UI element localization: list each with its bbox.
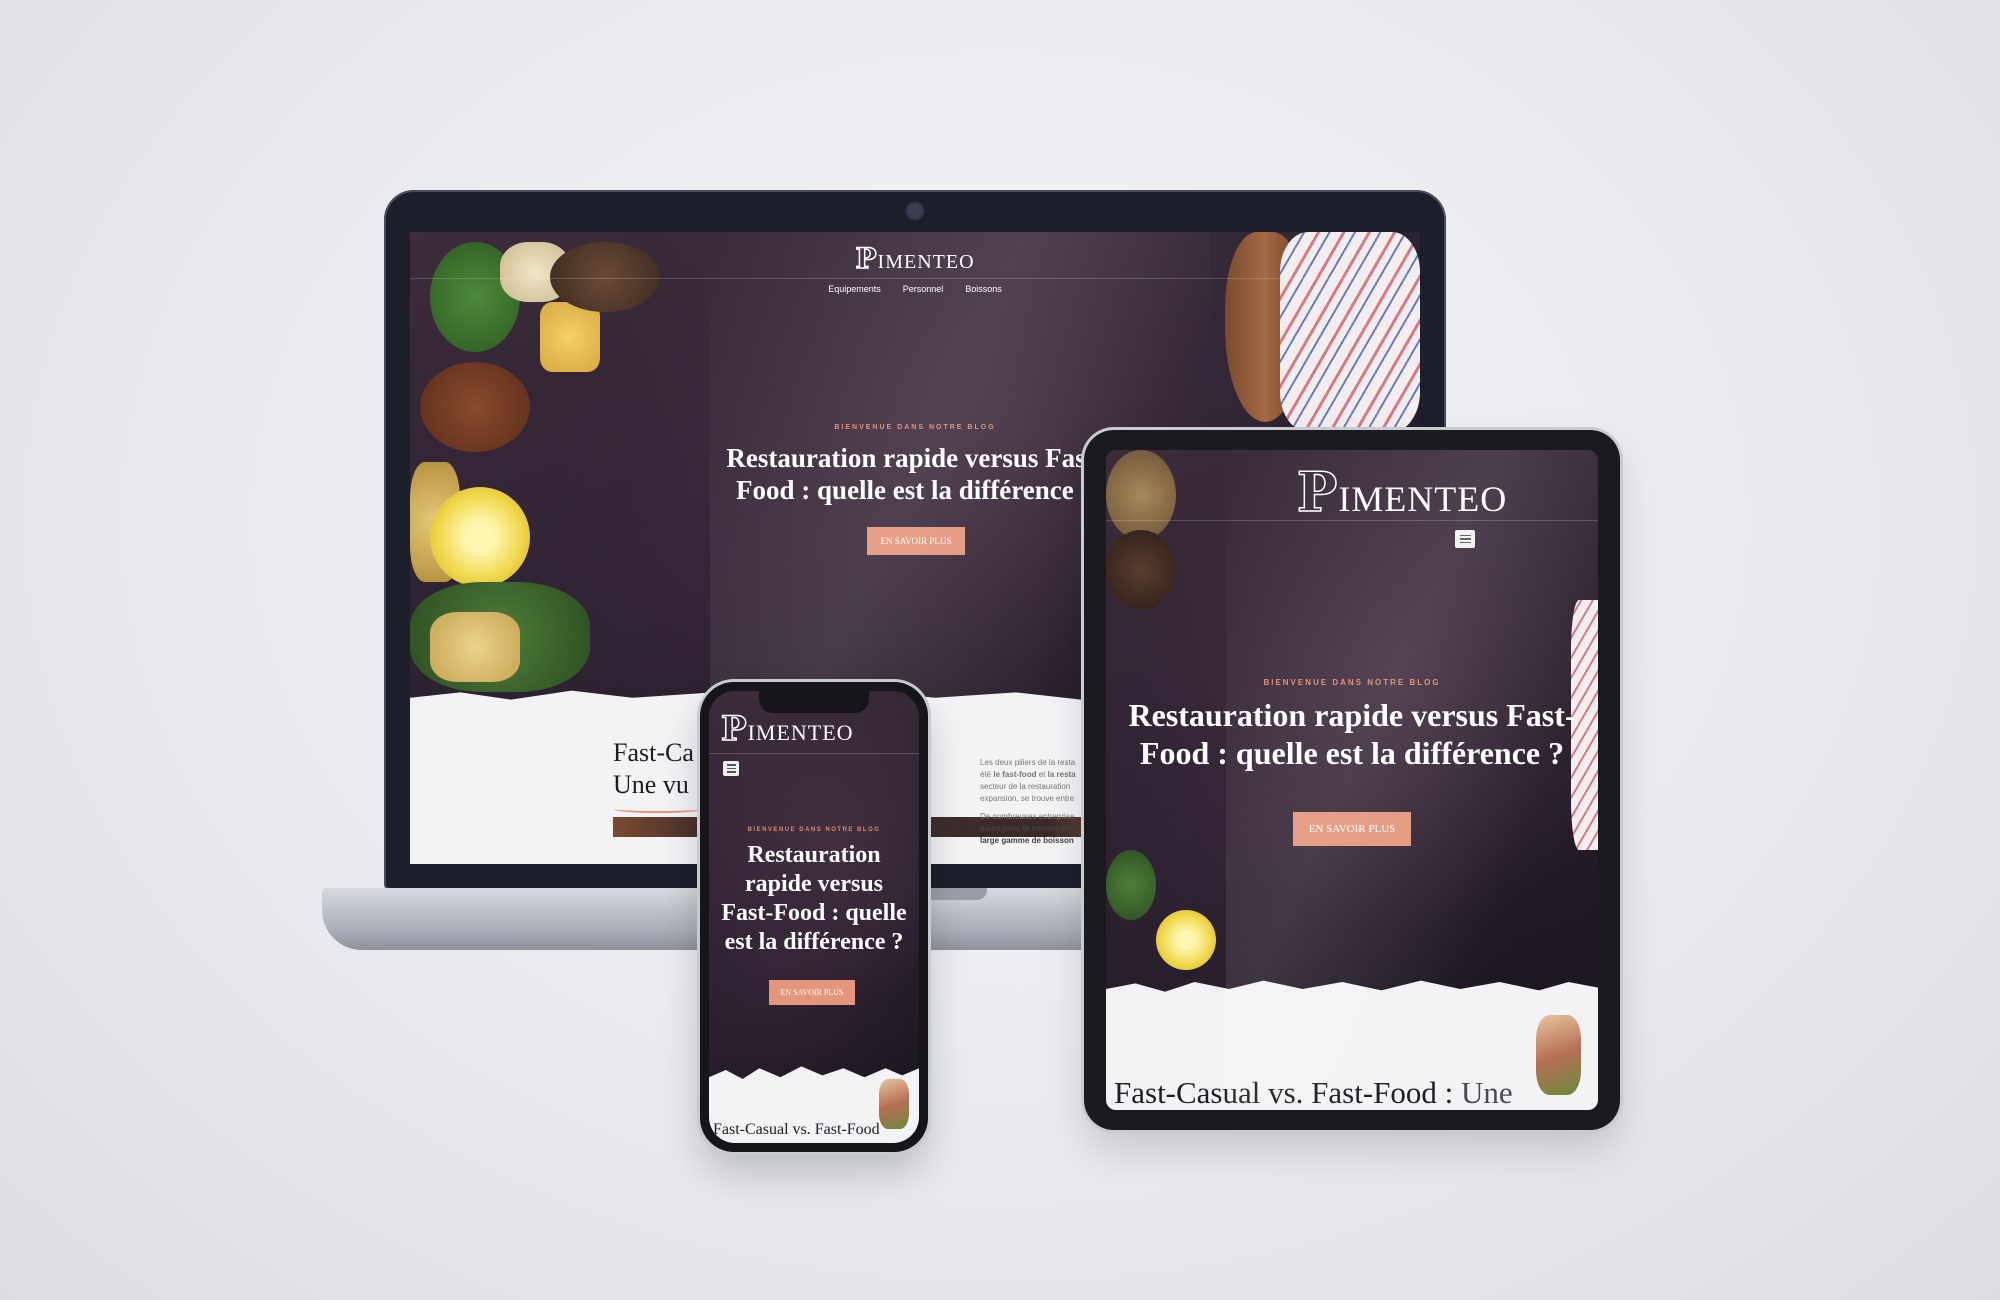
hero-section: P IMENTEO BIENVENUE DANS NOTRE BLOG Resta… (709, 691, 919, 1076)
phone-device: P IMENTEO BIENVENUE DANS NOTRE BLOG Resta… (700, 682, 928, 1152)
header-divider (709, 753, 919, 754)
article-title: Fast-Casual vs. Fast-Food : Une (1114, 1075, 1513, 1110)
bowl-image (420, 362, 530, 452)
nav-item-equipements[interactable]: Equipements (828, 284, 881, 294)
title-underline-decoration (613, 805, 703, 813)
phone-notch (759, 691, 869, 713)
nav-item-personnel[interactable]: Personnel (903, 284, 944, 294)
article-title: Fast-Ca Une vu (613, 738, 694, 799)
hero-section: P IMENTEO BIENVENUE DANS NOTRE BLOG Resta… (1106, 450, 1598, 990)
en-savoir-plus-button[interactable]: EN SAVOIR PLUS (1293, 812, 1411, 846)
tablet-device: P IMENTEO BIENVENUE DANS NOTRE BLOG Resta… (1084, 430, 1620, 1130)
article-section: Fast-Casual vs. Fast-Food : Une (1106, 980, 1598, 1110)
hero-headline: Restauration rapide versus Fast-Food : q… (721, 842, 907, 955)
tablet-screen: P IMENTEO BIENVENUE DANS NOTRE BLOG Resta… (1106, 450, 1598, 1110)
herbs-image (1106, 850, 1156, 920)
header-divider (410, 278, 1420, 279)
article-title: Fast-Casual vs. Fast-Food (713, 1121, 880, 1138)
camera-icon (907, 203, 923, 219)
article-excerpt: Les deux piliers de la resta été le fast… (980, 758, 1077, 845)
site-logo[interactable]: P IMENTEO (410, 241, 1420, 276)
en-savoir-plus-button[interactable]: EN SAVOIR PLUS (867, 527, 965, 555)
phone-screen: P IMENTEO BIENVENUE DANS NOTRE BLOG Resta… (709, 691, 919, 1143)
device-mockup-scene: P IMENTEO Equipements Personnel Boissons … (0, 0, 2000, 1300)
hero-headline: Restauration rapide versus Fast- Food : … (1128, 697, 1576, 771)
hero-eyebrow: BIENVENUE DANS NOTRE BLOG (747, 827, 881, 833)
site-logo[interactable]: P IMENTEO (1106, 459, 1598, 525)
illustration-image (1536, 1015, 1581, 1095)
spoon-with-pepper-image (1106, 530, 1176, 610)
farfalle-image (430, 612, 520, 682)
cheese-image (540, 302, 600, 372)
main-nav: Equipements Personnel Boissons (410, 284, 1420, 294)
nav-item-boissons[interactable]: Boissons (965, 284, 1002, 294)
hamburger-menu-icon[interactable] (723, 761, 739, 776)
hero-eyebrow: BIENVENUE DANS NOTRE BLOG (1263, 678, 1441, 687)
lemon-image (1156, 910, 1216, 970)
header-divider (1106, 520, 1598, 521)
en-savoir-plus-button[interactable]: EN SAVOIR PLUS (769, 980, 855, 1005)
site-logo[interactable]: P IMENTEO (709, 708, 919, 750)
hamburger-menu-icon[interactable] (1455, 530, 1475, 548)
illustration-image (879, 1079, 909, 1129)
